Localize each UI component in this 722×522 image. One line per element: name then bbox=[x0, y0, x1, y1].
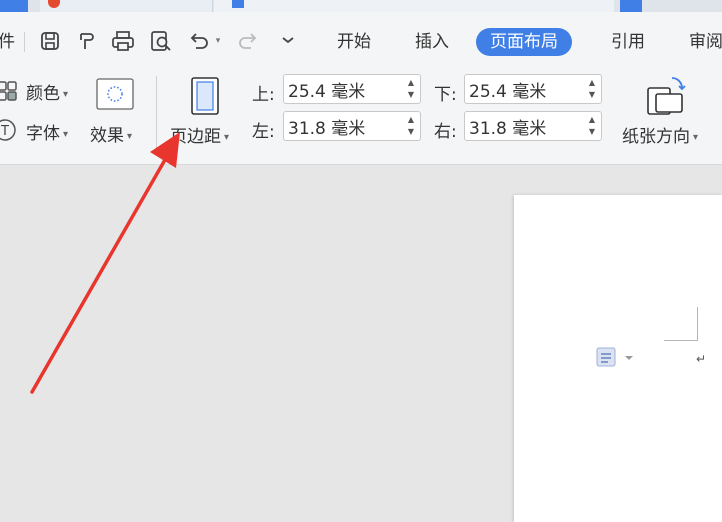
margins-icon[interactable] bbox=[188, 76, 222, 116]
bottom-margin-input[interactable] bbox=[469, 78, 581, 100]
chevron-down-icon: ▾ bbox=[127, 130, 133, 142]
svg-text:T: T bbox=[0, 124, 9, 139]
top-margin-label: 上: bbox=[252, 85, 275, 105]
chevron-down-icon: ▾ bbox=[224, 131, 230, 143]
left-margin-stepper[interactable]: ▲ ▼ bbox=[283, 111, 421, 141]
left-margin-input[interactable] bbox=[288, 115, 400, 137]
margins-button[interactable]: 页边距 ▾ bbox=[170, 122, 229, 147]
increment-icon[interactable]: ▲ bbox=[587, 77, 597, 89]
increment-icon[interactable]: ▲ bbox=[406, 77, 416, 89]
save-icon[interactable] bbox=[38, 30, 62, 52]
right-margin-label: 右: bbox=[434, 122, 457, 142]
new-tab-button[interactable] bbox=[620, 0, 642, 12]
fonts-label: 字体 bbox=[26, 124, 60, 144]
fonts-button[interactable]: 字体 ▾ bbox=[26, 119, 68, 144]
decrement-icon[interactable]: ▼ bbox=[587, 89, 597, 101]
effects-button[interactable]: 效果 ▾ bbox=[90, 121, 132, 146]
decrement-icon[interactable]: ▼ bbox=[406, 89, 416, 101]
colors-label: 颜色 bbox=[26, 84, 60, 104]
tab-page-layout[interactable]: 页面布局 bbox=[476, 28, 572, 56]
increment-icon[interactable]: ▲ bbox=[587, 114, 597, 126]
orientation-button[interactable]: 纸张方向 ▾ bbox=[622, 122, 698, 147]
margin-corner-mark bbox=[697, 307, 698, 341]
undo-icon[interactable] bbox=[186, 30, 212, 52]
margins-label: 页边距 bbox=[170, 127, 221, 147]
chevron-down-icon: ▾ bbox=[63, 88, 69, 100]
print-icon[interactable] bbox=[110, 30, 136, 52]
bottom-margin-stepper[interactable]: ▲ ▼ bbox=[464, 74, 602, 104]
bottom-margin-label: 下: bbox=[434, 85, 457, 105]
top-margin-stepper[interactable]: ▲ ▼ bbox=[283, 74, 421, 104]
separator bbox=[156, 76, 157, 150]
colors-button[interactable]: 颜色 ▾ bbox=[26, 79, 68, 104]
wps-logo-icon bbox=[48, 0, 60, 8]
tab-home[interactable]: 开始 bbox=[328, 28, 380, 56]
customize-icon[interactable] bbox=[276, 30, 300, 52]
app-tab[interactable] bbox=[0, 0, 28, 12]
tab-file-partial[interactable]: 件 bbox=[0, 28, 15, 56]
top-margin-input[interactable] bbox=[288, 78, 400, 100]
theme-effects-icon[interactable] bbox=[96, 78, 134, 110]
document-tab-active[interactable] bbox=[214, 0, 614, 12]
decrement-icon[interactable]: ▼ bbox=[406, 126, 416, 138]
doc-icon bbox=[232, 0, 244, 8]
tab-references[interactable]: 引用 bbox=[602, 28, 654, 56]
effects-label: 效果 bbox=[90, 126, 124, 146]
paste-options-icon[interactable] bbox=[596, 346, 636, 368]
paragraph-mark: ↵ bbox=[696, 352, 707, 366]
print-preview-icon[interactable] bbox=[148, 30, 174, 52]
increment-icon[interactable]: ▲ bbox=[406, 114, 416, 126]
format-painter-icon[interactable] bbox=[74, 30, 98, 52]
orientation-icon[interactable] bbox=[644, 74, 688, 118]
orientation-label: 纸张方向 bbox=[622, 127, 690, 147]
theme-fonts-icon[interactable]: T bbox=[0, 118, 18, 142]
right-margin-stepper[interactable]: ▲ ▼ bbox=[464, 111, 602, 141]
theme-colors-icon[interactable] bbox=[0, 80, 20, 102]
tab-review[interactable]: 审阅 bbox=[680, 28, 722, 56]
left-margin-label: 左: bbox=[252, 122, 275, 142]
document-tab[interactable] bbox=[40, 0, 213, 12]
margin-corner-mark bbox=[664, 340, 698, 341]
right-margin-input[interactable] bbox=[469, 115, 581, 137]
decrement-icon[interactable]: ▼ bbox=[587, 126, 597, 138]
tab-insert[interactable]: 插入 bbox=[406, 28, 458, 56]
redo-icon[interactable] bbox=[236, 30, 260, 52]
chevron-down-icon: ▾ bbox=[693, 131, 699, 143]
separator bbox=[24, 32, 25, 52]
undo-dropdown-icon[interactable]: ▾ bbox=[212, 30, 224, 52]
chevron-down-icon: ▾ bbox=[63, 128, 69, 140]
